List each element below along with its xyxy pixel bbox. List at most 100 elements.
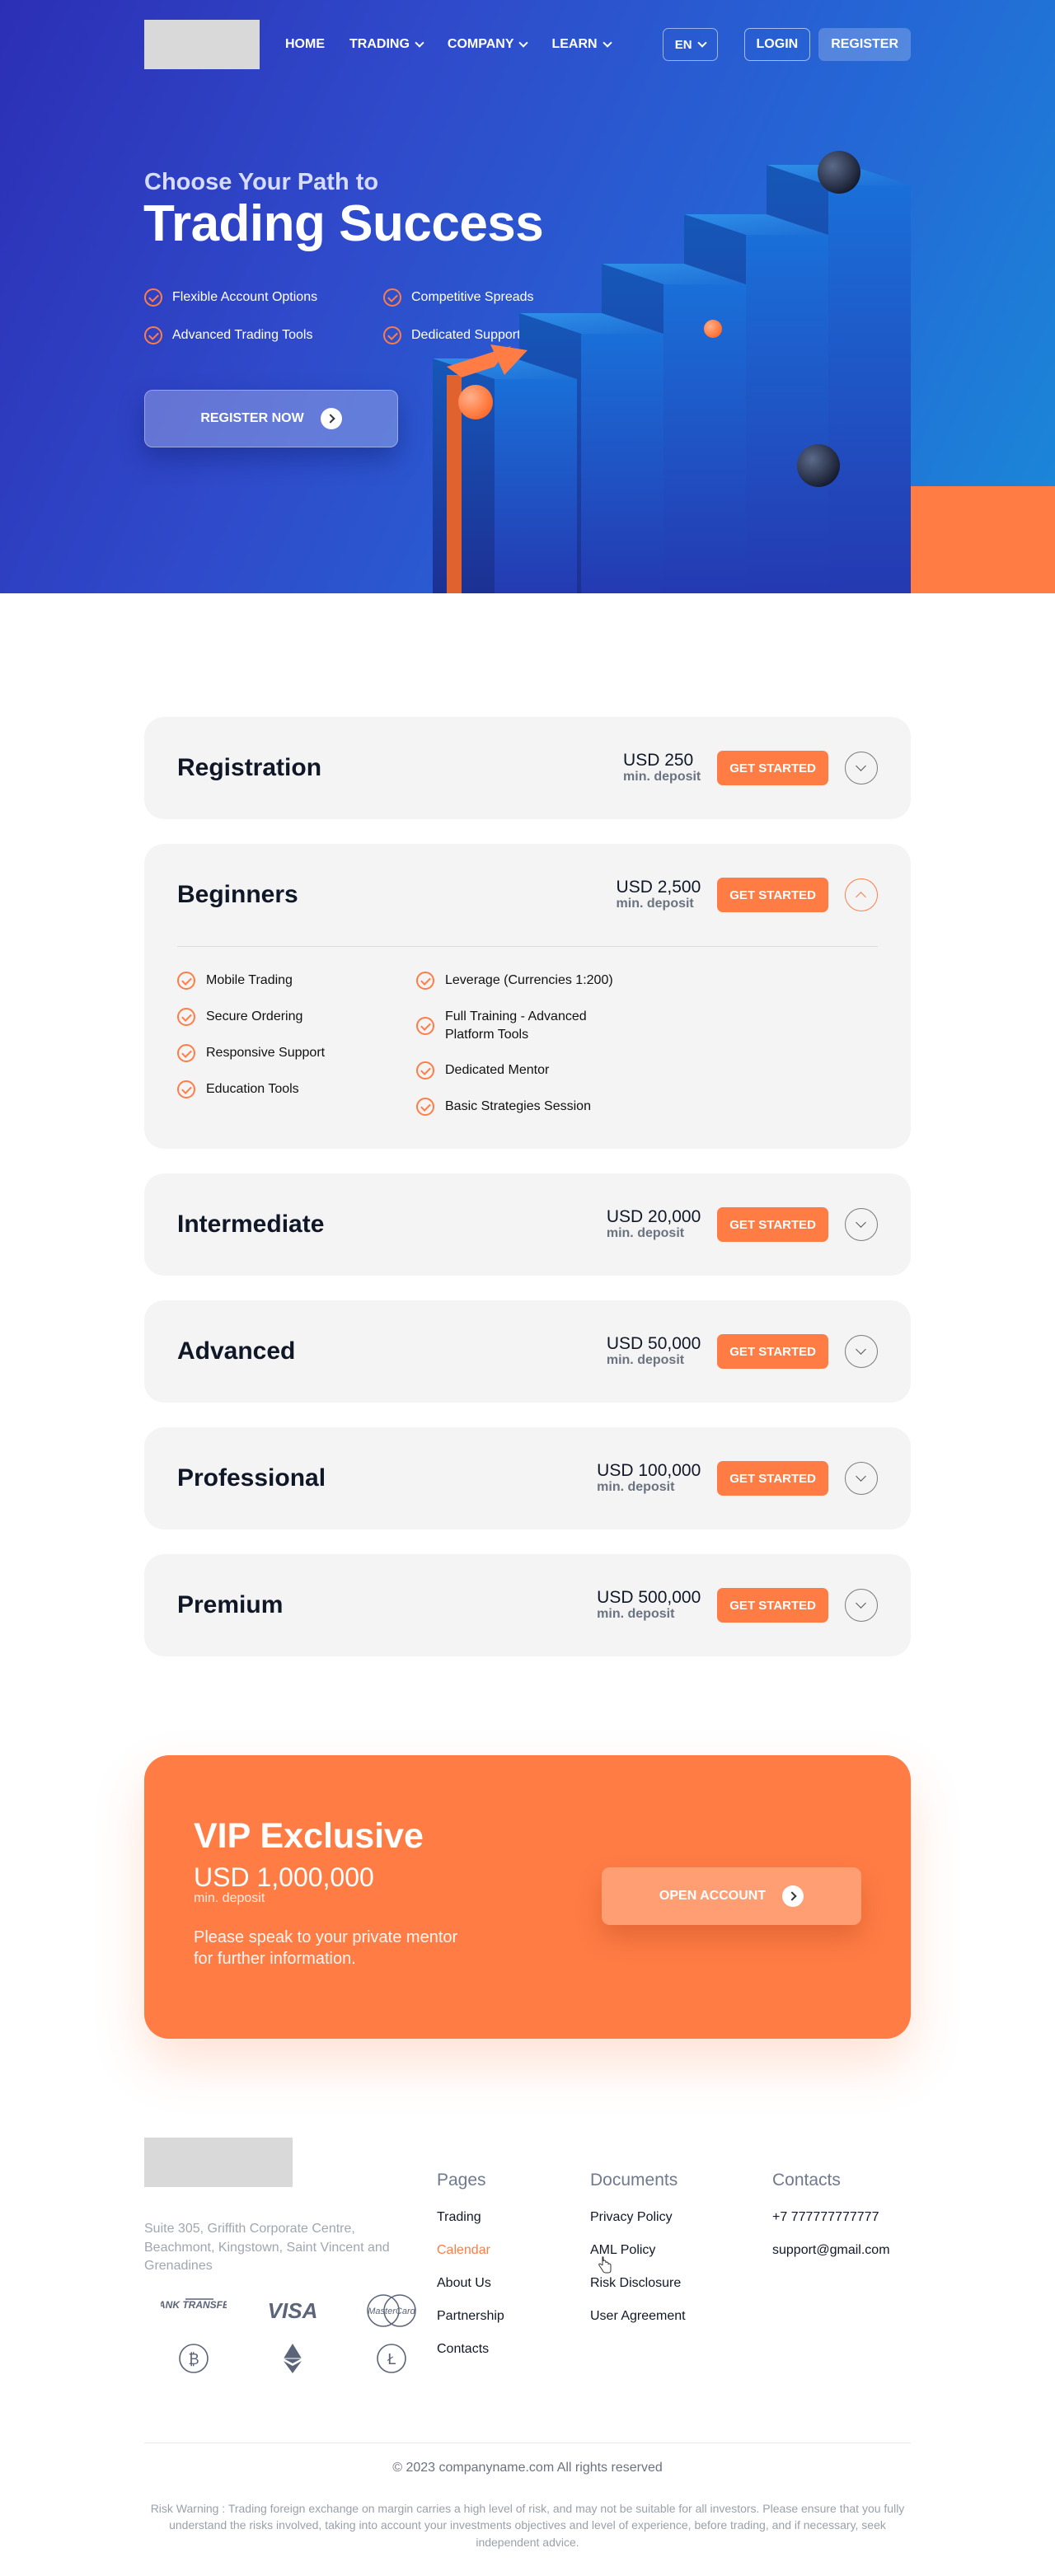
plan-actions: USD 20,000 min. deposit GET STARTED — [607, 1207, 878, 1243]
nav-learn-label: LEARN — [551, 37, 598, 51]
get-started-button[interactable]: GET STARTED — [717, 1461, 828, 1496]
plan-name: Premium — [177, 1591, 284, 1619]
nav-home[interactable]: HOME — [285, 37, 325, 52]
svg-text:Ł: Ł — [387, 2351, 396, 2368]
check-circle-icon — [177, 972, 195, 990]
get-started-button[interactable]: GET STARTED — [717, 751, 828, 785]
chevron-down-icon[interactable] — [845, 1335, 878, 1369]
plan-card: Professional USD 100,000 min. deposit GE… — [144, 1427, 911, 1530]
plan-feature: Full Training - Advanced Platform Tools — [416, 1008, 663, 1043]
plan-header[interactable]: Professional USD 100,000 min. deposit GE… — [144, 1427, 911, 1529]
plan-min-label: min. deposit — [606, 1226, 685, 1241]
vip-min-label: min. deposit — [194, 1891, 265, 1906]
chevron-down-icon[interactable] — [845, 1208, 878, 1242]
plan-card: Beginners USD 2,500 min. deposit GET STA… — [144, 844, 911, 1150]
footer-contacts: Contacts +7 777777777777 support@gmail.c… — [772, 2171, 890, 2276]
chevron-up-icon[interactable] — [845, 878, 878, 911]
risk-warning: Risk Warning : Trading foreign exchange … — [150, 2502, 905, 2549]
mastercard-label: MasterCard — [368, 2307, 415, 2316]
plan-feature: Dedicated Mentor — [416, 1061, 663, 1080]
plan-amount: USD 50,000 — [606, 1334, 701, 1354]
get-started-button[interactable]: GET STARTED — [717, 1334, 828, 1370]
language-label: EN — [674, 37, 692, 52]
plan-feature-label: Education Tools — [206, 1082, 299, 1096]
hero-subtitle: Choose Your Path to — [144, 169, 379, 195]
plan-min-label: min. deposit — [606, 1353, 685, 1368]
plan-feature-label: Dedicated Mentor — [445, 1063, 550, 1078]
logo-placeholder[interactable] — [144, 20, 260, 69]
plan-header[interactable]: Advanced USD 50,000 min. deposit GET STA… — [144, 1300, 911, 1403]
footer-link-trading[interactable]: Trading — [437, 2210, 504, 2225]
login-button[interactable]: LOGIN — [743, 28, 811, 61]
plan-actions: USD 2,500 min. deposit GET STARTED — [617, 878, 878, 912]
plan-deposit: USD 50,000 min. deposit — [607, 1335, 701, 1368]
ethereum-icon — [243, 2342, 342, 2375]
plan-header[interactable]: Beginners USD 2,500 min. deposit GET STA… — [144, 844, 911, 946]
get-started-button[interactable]: GET STARTED — [717, 1588, 828, 1623]
plan-feature-label: Full Training - Advanced Platform Tools — [445, 1009, 587, 1042]
plan-actions: USD 50,000 min. deposit GET STARTED — [607, 1334, 878, 1370]
footer-link-user-agreement[interactable]: User Agreement — [590, 2309, 686, 2324]
plan-feature: Responsive Support — [177, 1044, 416, 1062]
check-circle-icon — [144, 288, 162, 307]
vip-card: VIP Exclusive USD 1,000,000 min. deposit… — [144, 1755, 911, 2040]
nav-trading[interactable]: TRADING — [349, 37, 424, 52]
plan-deposit: USD 100,000 min. deposit — [597, 1462, 701, 1495]
litecoin-icon: Ł — [342, 2342, 441, 2375]
chevron-down-icon[interactable] — [845, 1462, 878, 1496]
plan-name: Advanced — [177, 1337, 296, 1365]
plan-min-label: min. deposit — [597, 1480, 675, 1495]
arrow-right-circle-icon — [782, 1885, 804, 1908]
footer-link-privacy-policy[interactable]: Privacy Policy — [590, 2210, 686, 2225]
plan-header[interactable]: Registration USD 250 min. deposit GET ST… — [144, 717, 911, 819]
plan-deposit: USD 20,000 min. deposit — [607, 1208, 701, 1241]
hero-feature: Advanced Trading Tools — [144, 326, 383, 344]
nav-learn[interactable]: LEARN — [551, 37, 612, 52]
footer-logo-placeholder[interactable] — [144, 2138, 293, 2188]
nav-company[interactable]: COMPANY — [448, 37, 529, 52]
footer-link-partnership[interactable]: Partnership — [437, 2309, 504, 2324]
plan-header[interactable]: Premium USD 500,000 min. deposit GET STA… — [144, 1554, 911, 1656]
hand-cursor-icon — [598, 2256, 612, 2274]
footer: Suite 305, Griffith Corporate Centre, Be… — [144, 2138, 911, 2549]
footer-email[interactable]: support@gmail.com — [772, 2243, 890, 2258]
register-now-button[interactable]: REGISTER NOW — [144, 390, 398, 447]
plan-feature: Leverage (Currencies 1:200) — [416, 972, 663, 990]
plan-header[interactable]: Intermediate USD 20,000 min. deposit GET… — [144, 1173, 911, 1276]
plan-name: Beginners — [177, 881, 298, 908]
sphere-decoration — [458, 385, 493, 419]
mastercard-icon: MasterCard — [342, 2294, 441, 2327]
plan-features-left: Mobile Trading Secure Ordering Responsiv… — [177, 972, 416, 1116]
register-button[interactable]: REGISTER — [818, 28, 911, 61]
plan-amount: USD 250 — [623, 750, 694, 770]
plan-deposit: USD 2,500 min. deposit — [617, 878, 701, 911]
footer-link-contacts[interactable]: Contacts — [437, 2342, 504, 2357]
plan-feature-label: Mobile Trading — [206, 973, 293, 987]
payment-methods: BANK TRANSFER VISA MasterCard ₿ — [144, 2294, 441, 2375]
chevron-down-icon[interactable] — [845, 1589, 878, 1623]
vip-title: VIP Exclusive — [194, 1816, 424, 1857]
stairs-illustration — [433, 151, 911, 593]
visa-label: VISA — [267, 2297, 318, 2323]
plan-actions: USD 500,000 min. deposit GET STARTED — [597, 1588, 878, 1623]
chevron-down-icon[interactable] — [845, 752, 878, 785]
nav-home-label: HOME — [285, 37, 325, 51]
open-account-label: OPEN ACCOUNT — [659, 1889, 767, 1904]
footer-link-calendar[interactable]: Calendar — [437, 2243, 504, 2258]
hero-feature-label: Advanced Trading Tools — [172, 328, 313, 342]
hero-feature: Flexible Account Options — [144, 288, 383, 307]
plan-feature-label: Leverage (Currencies 1:200) — [445, 973, 613, 987]
footer-link-risk-disclosure[interactable]: Risk Disclosure — [590, 2276, 686, 2291]
footer-link-about-us[interactable]: About Us — [437, 2276, 504, 2291]
nav-trading-label: TRADING — [349, 37, 410, 51]
get-started-button[interactable]: GET STARTED — [717, 878, 828, 912]
footer-phone[interactable]: +7 777777777777 — [772, 2210, 890, 2225]
vip-description: Please speak to your private mentor for … — [194, 1928, 458, 1969]
get-started-button[interactable]: GET STARTED — [717, 1207, 828, 1243]
open-account-button[interactable]: OPEN ACCOUNT — [602, 1867, 861, 1926]
bank-transfer-icon: BANK TRANSFER — [144, 2294, 243, 2327]
plan-features-right: Leverage (Currencies 1:200) Full Trainin… — [416, 972, 663, 1117]
language-selector[interactable]: EN — [662, 28, 718, 61]
plan-min-label: min. deposit — [597, 1607, 675, 1622]
bitcoin-icon: ₿ — [144, 2342, 243, 2375]
